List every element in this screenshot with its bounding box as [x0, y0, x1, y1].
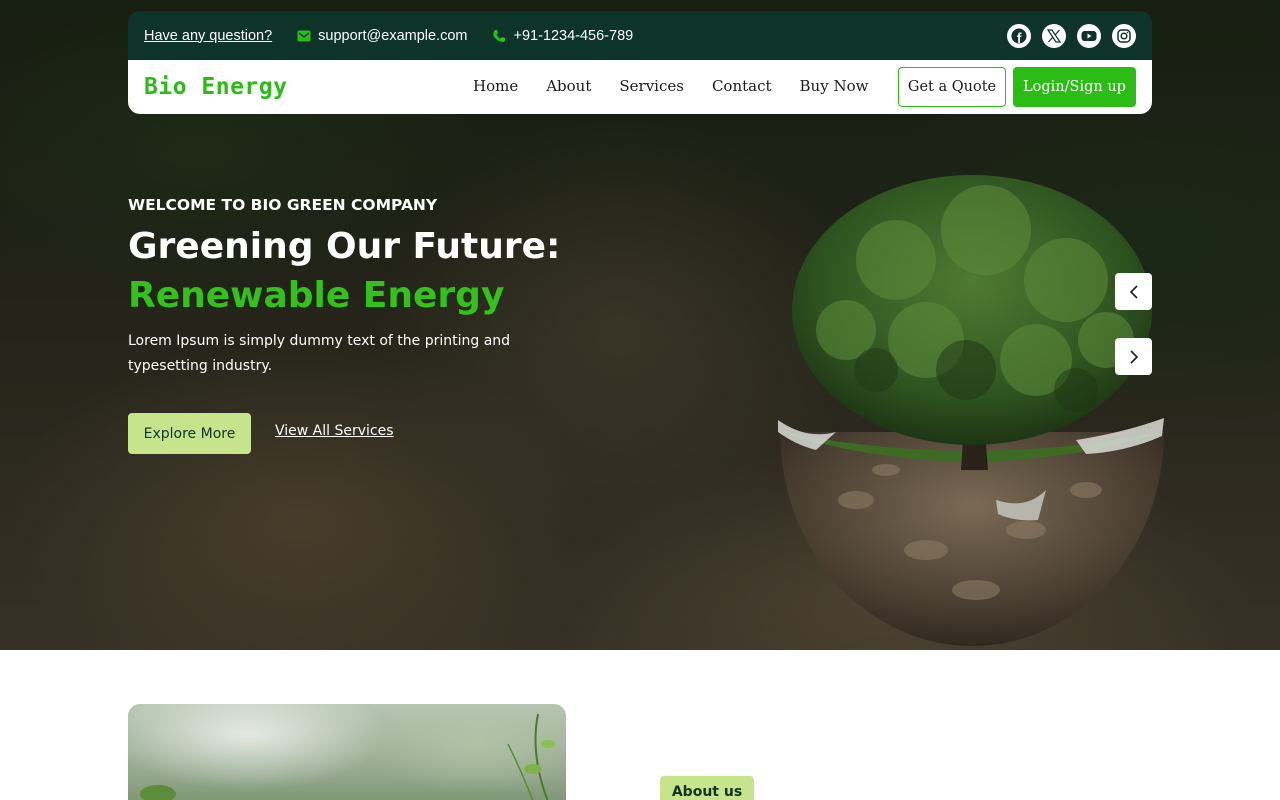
nav-services[interactable]: Services: [619, 77, 684, 95]
have-question-link[interactable]: Have any question?: [144, 28, 272, 44]
carousel-next-button[interactable]: [1115, 338, 1152, 375]
phone-text: +91-1234-456-789: [513, 27, 634, 44]
phone-contact[interactable]: +91-1234-456-789: [492, 28, 633, 44]
hero-headline: Greening Our Future:: [128, 226, 561, 267]
about-image: [128, 704, 566, 800]
chevron-right-icon: [1129, 349, 1138, 364]
youtube-icon[interactable]: [1077, 23, 1101, 48]
envelope-icon: [297, 30, 311, 41]
facebook-icon[interactable]: [1007, 23, 1031, 48]
tree-globe-illustration: [778, 175, 1164, 646]
hero-eyebrow: WELCOME TO BIO GREEN COMPANY: [128, 196, 438, 214]
chevron-left-icon: [1129, 284, 1138, 299]
carousel-prev-button[interactable]: [1115, 273, 1152, 310]
email-text: support@example.com: [318, 27, 468, 44]
hero-description: Lorem Ipsum is simply dummy text of the …: [128, 333, 511, 374]
nav-links: Home About Services Contact Buy Now: [473, 77, 868, 95]
get-quote-button[interactable]: Get a Quote: [898, 67, 1006, 107]
top-info-bar: Have any question? support@example.com +…: [128, 11, 1152, 60]
nav-about[interactable]: About: [546, 77, 591, 95]
hero-headline-highlight: Renewable Energy: [128, 275, 505, 316]
login-signup-button[interactable]: Login/Sign up: [1013, 67, 1136, 107]
nav-buy-now[interactable]: Buy Now: [800, 77, 869, 95]
nav-contact[interactable]: Contact: [712, 77, 772, 95]
instagram-icon[interactable]: [1112, 23, 1136, 48]
x-icon[interactable]: [1042, 23, 1066, 48]
nav-home[interactable]: Home: [473, 77, 518, 95]
explore-more-button[interactable]: Explore More: [128, 413, 251, 454]
logo[interactable]: Bio Energy: [144, 74, 287, 100]
view-all-services-link[interactable]: View All Services: [275, 423, 394, 439]
social-links: [1007, 23, 1136, 48]
about-us-badge: About us: [660, 776, 754, 800]
phone-icon: [493, 29, 506, 42]
main-navbar: Bio Energy Home About Services Contact B…: [128, 60, 1152, 114]
email-contact[interactable]: support@example.com: [297, 28, 467, 44]
